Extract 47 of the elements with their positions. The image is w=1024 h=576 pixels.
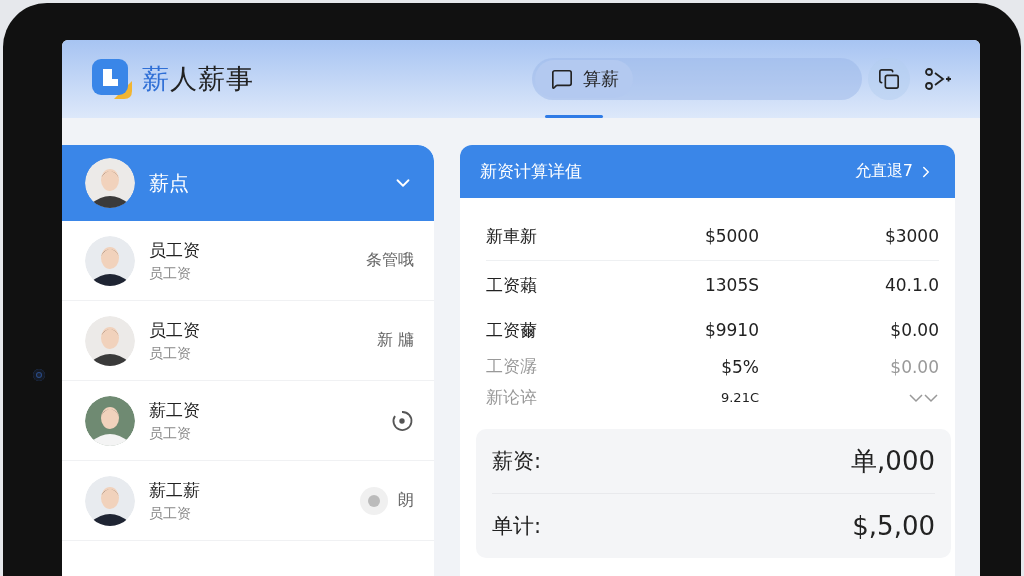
- row-label: 新论谇: [486, 386, 538, 409]
- card-title: 新资计算详值: [480, 160, 583, 183]
- table-cell-text: $3000: [883, 226, 939, 246]
- camera-icon: [33, 369, 45, 381]
- employee-row[interactable]: 员工资 员工资 新 牗: [62, 301, 434, 381]
- employee-name: 员工资: [149, 318, 201, 342]
- status-dot: [360, 486, 388, 515]
- employee-dropdown[interactable]: 薪点: [62, 145, 434, 221]
- table-cell-text: 1305S: [703, 275, 759, 295]
- status-text: 朗: [398, 490, 414, 511]
- table-cell-text: 9.21C: [719, 390, 759, 405]
- employee-row[interactable]: 薪工资 员工资: [62, 381, 434, 461]
- row-label: 工资薾: [486, 318, 538, 342]
- card-link[interactable]: 允直退7: [854, 161, 935, 182]
- copy-icon: [878, 68, 900, 90]
- nodes-arrow-icon[interactable]: [924, 67, 952, 91]
- chat-icon: [551, 68, 573, 90]
- summary-value: 单,000: [851, 444, 935, 478]
- summary-value: $,5,00: [852, 511, 935, 541]
- table-cell-text: $0.00: [889, 320, 939, 340]
- search-bar[interactable]: 算薪: [532, 58, 862, 100]
- logo-icon: [92, 59, 132, 99]
- target-icon: [390, 408, 414, 433]
- row-label: 新車新: [486, 224, 538, 248]
- employee-role: 员工资: [149, 424, 192, 443]
- table-cell-text: 40.1.0: [883, 275, 939, 295]
- row-label: 工资潺: [486, 355, 538, 378]
- app-title: 薪人薪事: [142, 62, 254, 96]
- employee-role: 员工资: [149, 344, 192, 363]
- employee-name: 员工资: [149, 238, 201, 262]
- summary-label: 单计:: [492, 513, 542, 540]
- employee-row[interactable]: 员工资 员工资 条管哦: [62, 221, 434, 301]
- row-label: 工资藾: [486, 273, 538, 297]
- employee-role: 员工资: [149, 264, 192, 283]
- summary-label: 薪资:: [492, 448, 542, 475]
- status-text: 条管哦: [366, 250, 414, 271]
- employee-role: 员工资: [149, 504, 192, 523]
- table-cell-text: $0.00: [889, 356, 939, 377]
- table-cell-text: $5%: [720, 356, 759, 377]
- status-text: 新 牗: [376, 330, 414, 351]
- table-cell-text: $5000: [703, 226, 759, 246]
- employee-name: 薪工薪: [149, 478, 201, 502]
- employee-row[interactable]: 薪工薪 员工资 朗: [62, 461, 434, 541]
- double-chevron-icon[interactable]: [909, 391, 939, 404]
- table-cell-text: $9910: [703, 320, 759, 340]
- employee-name: 薪工资: [149, 398, 201, 422]
- tab-indicator: [545, 115, 603, 118]
